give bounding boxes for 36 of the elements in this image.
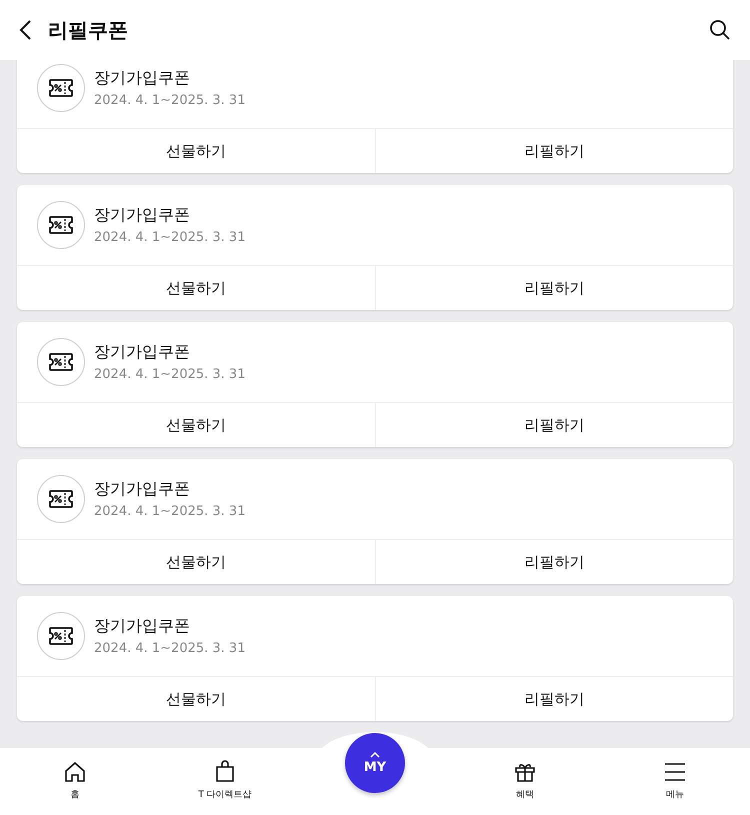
coupon-period: 2024. 4. 1~2025. 3. 31 bbox=[94, 504, 246, 519]
coupon-period: 2024. 4. 1~2025. 3. 31 bbox=[94, 641, 246, 656]
refill-button[interactable]: 리필하기 bbox=[374, 540, 733, 584]
nav-item[interactable]: T 다이렉트샵 bbox=[150, 748, 300, 815]
coupon-ticket-icon bbox=[48, 215, 74, 235]
gift-button[interactable]: 선물하기 bbox=[17, 540, 374, 584]
menu-icon bbox=[663, 760, 687, 784]
gift-button[interactable]: 선물하기 bbox=[17, 266, 374, 310]
home-icon bbox=[63, 760, 87, 784]
coupon-title: 장기가입쿠폰 bbox=[94, 616, 191, 637]
refill-button[interactable]: 리필하기 bbox=[374, 266, 733, 310]
refill-button[interactable]: 리필하기 bbox=[374, 403, 733, 447]
caret-up-icon bbox=[370, 752, 380, 758]
page-title: 리필쿠폰 bbox=[48, 16, 129, 44]
coupon-period: 2024. 4. 1~2025. 3. 31 bbox=[94, 230, 246, 245]
coupon-period: 2024. 4. 1~2025. 3. 31 bbox=[94, 93, 246, 108]
coupon-title: 장기가입쿠폰 bbox=[94, 205, 191, 226]
coupon-period: 2024. 4. 1~2025. 3. 31 bbox=[94, 367, 246, 382]
my-button[interactable]: MY bbox=[345, 733, 405, 793]
gift-button[interactable]: 선물하기 bbox=[17, 403, 374, 447]
refill-button[interactable]: 리필하기 bbox=[374, 677, 733, 721]
coupon-ticket-icon bbox=[48, 626, 74, 646]
coupon-ticket-icon bbox=[48, 352, 74, 372]
coupon-title: 장기가입쿠폰 bbox=[94, 68, 191, 89]
coupon-title: 장기가입쿠폰 bbox=[94, 479, 191, 500]
nav-item[interactable]: 홈 bbox=[0, 748, 150, 815]
coupon-ticket-icon bbox=[48, 489, 74, 509]
coupon-ticket-icon bbox=[48, 78, 74, 98]
gift-button[interactable]: 선물하기 bbox=[17, 129, 374, 173]
nav-item[interactable]: 혜택 bbox=[450, 748, 600, 815]
coupon-title: 장기가입쿠폰 bbox=[94, 342, 191, 363]
shopping-bag-icon bbox=[213, 760, 237, 784]
search-button[interactable] bbox=[708, 18, 732, 42]
gift-button[interactable]: 선물하기 bbox=[17, 677, 374, 721]
nav-item[interactable]: 메뉴 bbox=[600, 748, 750, 815]
refill-button[interactable]: 리필하기 bbox=[374, 129, 733, 173]
